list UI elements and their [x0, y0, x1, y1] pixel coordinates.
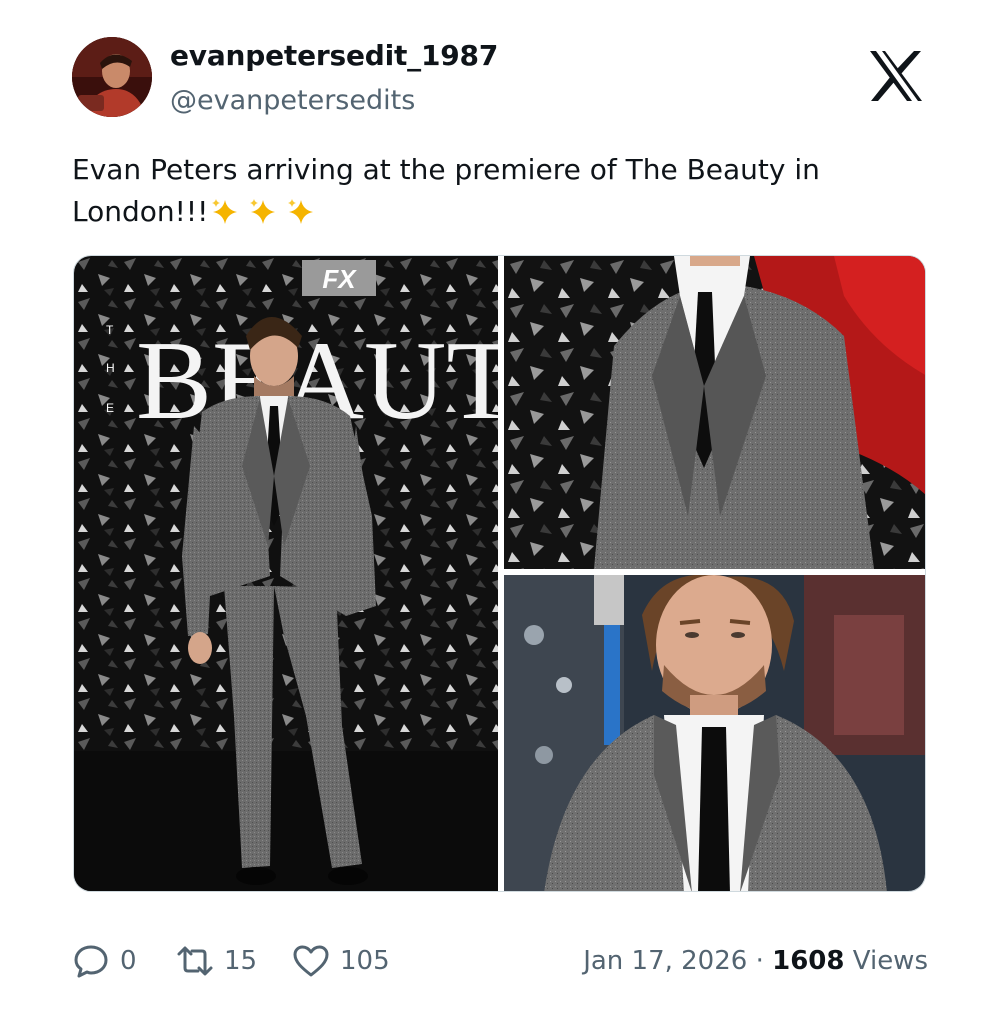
backdrop-side-e: E: [106, 401, 114, 415]
photo-portrait[interactable]: [504, 575, 925, 891]
sparkle-icon: [212, 199, 238, 224]
like-icon: [293, 945, 329, 977]
sparkle-emoji: [210, 197, 316, 227]
tweet-body: Evan Peters arriving at the premiere of …: [72, 153, 820, 228]
tweet-meta: Jan 17, 2026 · 1608 Views: [583, 942, 928, 980]
sparkle-icon: [250, 199, 276, 224]
reply-count: 0: [120, 946, 137, 976]
photo-torso[interactable]: [504, 256, 925, 569]
tweet-card: evanpetersedit_1987 @evanpetersedits Eva…: [0, 0, 996, 1020]
repost-icon: [177, 946, 213, 976]
x-logo-icon[interactable]: [868, 50, 924, 102]
views-count: 1608: [772, 946, 845, 976]
reply-icon: [74, 945, 108, 978]
user-handle[interactable]: @evanpetersedits: [170, 84, 415, 118]
tweet-text: Evan Peters arriving at the premiere of …: [72, 149, 872, 233]
fx-badge-text: FX: [322, 264, 357, 294]
like-count: 105: [340, 946, 390, 976]
tweet-date[interactable]: Jan 17, 2026: [583, 946, 747, 976]
repost-button[interactable]: 15: [176, 940, 257, 982]
like-button[interactable]: 105: [292, 940, 390, 982]
meta-separator: ·: [755, 946, 764, 976]
backdrop-side-h: H: [106, 361, 115, 375]
display-name[interactable]: evanpetersedit_1987: [170, 38, 498, 74]
sparkle-icon: [288, 199, 314, 224]
views-label: Views: [852, 946, 928, 976]
avatar[interactable]: [72, 37, 152, 117]
media-grid: FX T H E BEAUT: [73, 255, 926, 892]
repost-count: 15: [224, 946, 258, 976]
photo-full-length[interactable]: FX T H E BEAUT: [74, 256, 498, 891]
reply-button[interactable]: 0: [72, 940, 137, 982]
backdrop-side-t: T: [106, 323, 114, 337]
